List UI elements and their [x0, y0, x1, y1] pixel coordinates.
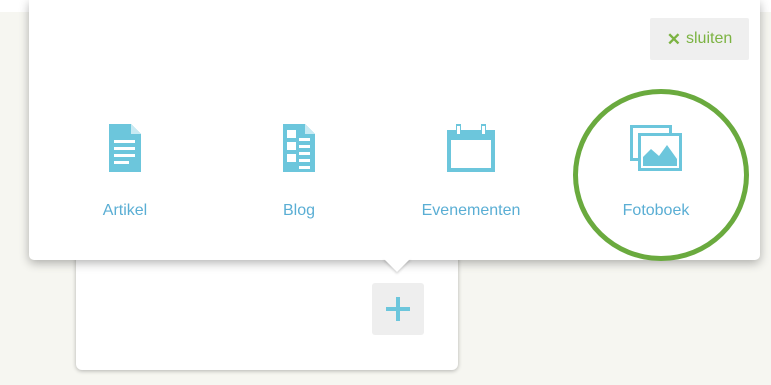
add-content-button[interactable]: [372, 283, 424, 335]
plus-icon: [386, 297, 410, 321]
option-fotoboek[interactable]: Fotoboek: [581, 118, 731, 230]
blog-list-icon: [283, 124, 315, 172]
photo-album-icon: [630, 125, 682, 171]
option-label: Blog: [282, 202, 316, 219]
option-label: Artikel: [102, 202, 148, 219]
option-evenementen[interactable]: Evenementen: [396, 118, 546, 230]
option-label: Fotoboek: [622, 202, 690, 219]
option-label: Evenementen: [421, 202, 521, 219]
option-artikel[interactable]: Artikel: [50, 118, 200, 230]
close-label: sluiten: [686, 30, 733, 47]
popup-pointer: [383, 258, 411, 272]
close-button[interactable]: ✕ sluiten: [650, 18, 749, 60]
option-blog[interactable]: Blog: [224, 118, 374, 230]
calendar-icon: [447, 124, 495, 172]
x-icon: ✕: [666, 29, 681, 49]
content-type-popup: ✕ sluiten Artikel Blog Evenementen Fotob…: [29, 0, 760, 260]
document-icon: [109, 124, 141, 172]
